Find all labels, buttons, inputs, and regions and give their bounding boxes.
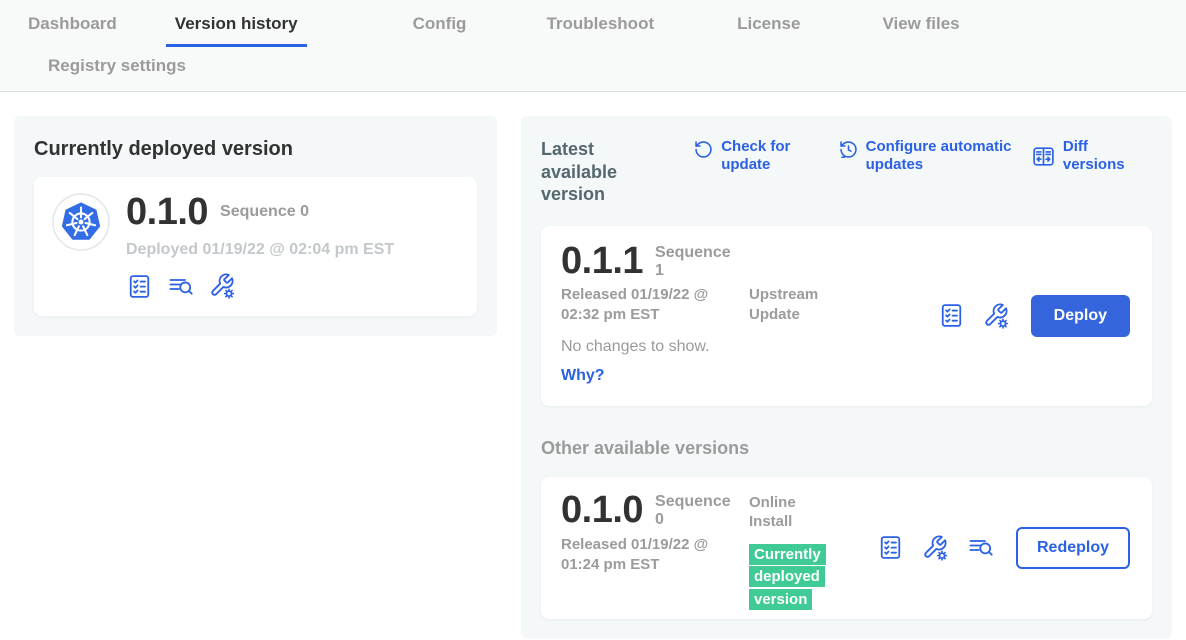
latest-available-title: Latest available version xyxy=(541,138,667,206)
tab-view-files[interactable]: View files xyxy=(882,14,959,47)
tab-config[interactable]: Config xyxy=(413,14,467,47)
edit-config-icon[interactable] xyxy=(982,302,1010,330)
app-header: Dashboard Version history Config Trouble… xyxy=(0,0,1186,92)
latest-released-timestamp: Released 01/19/22 @ 02:32 pm EST xyxy=(561,285,733,324)
no-changes-text: No changes to show. xyxy=(561,338,1132,356)
currently-deployed-title: Currently deployed version xyxy=(34,138,477,161)
tab-troubleshoot[interactable]: Troubleshoot xyxy=(546,14,654,47)
other-sequence-label: Sequence 0 xyxy=(655,493,735,530)
other-version-card: 0.1.0 Sequence 0 Released 01/19/22 @ 01:… xyxy=(541,477,1152,619)
preflight-checks-icon[interactable] xyxy=(126,273,153,300)
primary-nav: Dashboard Version history Config Trouble… xyxy=(0,14,1186,47)
currently-deployed-badge: Currently deployed version xyxy=(749,544,826,610)
tab-dashboard[interactable]: Dashboard xyxy=(28,14,117,47)
preflight-checks-icon[interactable] xyxy=(877,534,904,561)
configure-automatic-updates-link[interactable]: Configure automatic updates xyxy=(838,138,1031,174)
check-for-update-link[interactable]: Check for update xyxy=(693,138,803,174)
available-versions-panel: Latest available version Check for updat… xyxy=(521,116,1172,639)
deployed-timestamp: Deployed 01/19/22 @ 02:04 pm EST xyxy=(126,241,394,259)
refresh-ccw-icon xyxy=(693,139,714,160)
redeploy-button[interactable]: Redeploy xyxy=(1016,527,1130,569)
auto-update-clock-icon xyxy=(838,139,859,160)
tab-registry-settings[interactable]: Registry settings xyxy=(48,56,186,88)
diff-icon xyxy=(1031,144,1056,169)
deploy-button[interactable]: Deploy xyxy=(1031,295,1130,337)
latest-update-source: Upstream Update xyxy=(749,285,853,324)
latest-version-card: 0.1.1 Sequence 1 Released 01/19/22 @ 02:… xyxy=(541,226,1152,406)
latest-sequence-label: Sequence 1 xyxy=(655,244,735,281)
deployed-version-info: 0.1.0 Sequence 0 Deployed 01/19/22 @ 02:… xyxy=(126,193,394,300)
deploy-logs-icon[interactable] xyxy=(166,273,195,300)
kubernetes-logo-icon xyxy=(52,193,110,251)
currently-deployed-panel: Currently deployed version xyxy=(14,116,497,336)
deployed-version-card: 0.1.0 Sequence 0 Deployed 01/19/22 @ 02:… xyxy=(34,177,477,316)
other-released-timestamp: Released 01/19/22 @ 01:24 pm EST xyxy=(561,535,733,574)
deployed-sequence-label: Sequence 0 xyxy=(220,203,309,221)
other-version-number: 0.1.0 xyxy=(561,491,643,529)
edit-config-icon[interactable] xyxy=(208,272,236,300)
install-type-label: Online Install xyxy=(749,493,819,532)
deploy-logs-icon[interactable] xyxy=(966,534,995,561)
latest-version-number: 0.1.1 xyxy=(561,242,643,280)
available-versions-header: Latest available version Check for updat… xyxy=(541,138,1152,206)
tab-license[interactable]: License xyxy=(737,14,800,47)
deployed-version-number: 0.1.0 xyxy=(126,193,208,231)
other-versions-heading: Other available versions xyxy=(541,438,1152,459)
secondary-nav: Registry settings xyxy=(0,47,1186,91)
preflight-checks-icon[interactable] xyxy=(938,302,965,329)
edit-config-icon[interactable] xyxy=(921,534,949,562)
main-content: Currently deployed version xyxy=(0,92,1186,639)
diff-versions-link[interactable]: Diff versions xyxy=(1031,138,1152,174)
tab-version-history[interactable]: Version history xyxy=(166,14,307,47)
why-link[interactable]: Why? xyxy=(561,367,605,385)
